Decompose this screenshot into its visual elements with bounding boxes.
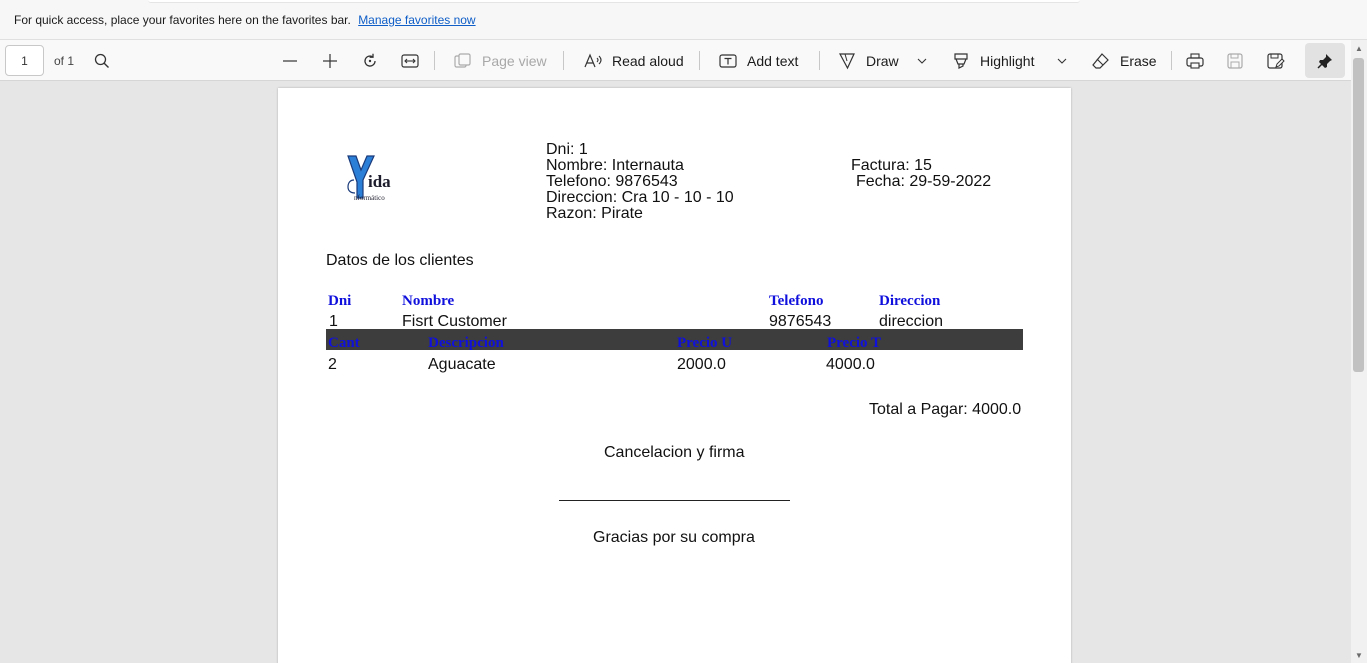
client-cell-nombre: Fisrt Customer [402, 313, 507, 330]
company-logo: ida nformático [346, 154, 398, 202]
add-text-icon [719, 53, 737, 69]
draw-label: Draw [866, 52, 899, 69]
thanks-message: Gracias por su compra [593, 529, 755, 546]
customer-dni: Dni: 1 [546, 141, 588, 158]
chevron-down-icon [1057, 57, 1067, 65]
scroll-up-arrow-icon[interactable]: ▲ [1355, 44, 1363, 53]
item-header-precio-t: Precio T [827, 335, 882, 351]
highlight-options-button[interactable] [1057, 40, 1067, 81]
total-amount: Total a Pagar: 4000.0 [869, 401, 1022, 418]
eraser-icon [1092, 52, 1110, 70]
customer-direccion: Direccion: Cra 10 - 10 - 10 [546, 189, 734, 206]
scrollbar-thumb[interactable] [1353, 58, 1364, 372]
page-view-label: Page view [482, 52, 547, 69]
highlight-label: Highlight [980, 52, 1035, 69]
save-button[interactable] [1227, 40, 1243, 81]
toolbar-divider [1171, 51, 1172, 70]
favorites-bar-text: For quick access, place your favorites h… [14, 13, 351, 27]
item-cell-descripcion: Aguacate [428, 356, 496, 373]
client-header-dni: Dni [328, 293, 352, 309]
draw-button[interactable]: Draw [838, 40, 899, 81]
signature-caption: Cancelacion y firma [604, 444, 745, 461]
add-text-button[interactable]: Add text [719, 40, 798, 81]
add-text-label: Add text [747, 52, 799, 69]
search-button[interactable] [94, 40, 110, 81]
item-header-descripcion: Descripcion [428, 335, 504, 351]
logo-subtext: nformático [354, 194, 385, 202]
toolbar-divider [819, 51, 820, 70]
read-aloud-icon [584, 52, 602, 69]
client-header-direccion: Direccion [879, 293, 941, 309]
save-as-button[interactable] [1267, 40, 1285, 81]
signature-line [559, 500, 790, 501]
pin-toolbar-button[interactable] [1305, 43, 1345, 78]
zoom-out-button[interactable] [282, 40, 298, 81]
rotate-button[interactable] [361, 40, 379, 81]
page-count: of 1 [54, 53, 75, 68]
pdf-page: ida nformático Dni: 1 Nombre: Internauta… [278, 88, 1071, 663]
printer-icon [1186, 52, 1204, 70]
page-number-input[interactable]: 1 [5, 45, 44, 76]
highlighter-icon [952, 52, 970, 70]
item-cell-precio-u: 2000.0 [677, 356, 726, 373]
fit-width-icon [401, 53, 419, 69]
client-header-nombre: Nombre [402, 293, 455, 309]
rotate-icon [361, 52, 379, 70]
favorites-bar-message: For quick access, place your favorites h… [14, 13, 476, 27]
favorites-bar: For quick access, place your favorites h… [0, 0, 1367, 40]
tab-strip-edge [148, 0, 1080, 3]
pdf-toolbar: 1 of 1 Page view Read aloud Add text Dra… [0, 40, 1367, 81]
item-cell-cant: 2 [328, 356, 337, 373]
customer-telefono: Telefono: 9876543 [546, 173, 678, 190]
save-as-icon [1267, 52, 1285, 69]
invoice-date: Fecha: 29-59-2022 [856, 173, 992, 190]
erase-label: Erase [1120, 52, 1157, 69]
minus-icon [282, 53, 298, 69]
customer-nombre: Nombre: Internauta [546, 157, 684, 174]
page-view-button[interactable]: Page view [454, 40, 547, 81]
toolbar-divider [563, 51, 564, 70]
zoom-in-button[interactable] [322, 40, 338, 81]
manage-favorites-link[interactable]: Manage favorites now [358, 13, 475, 27]
pen-icon [838, 52, 856, 70]
item-header-precio-u: Precio U [677, 335, 733, 351]
client-header-telefono: Telefono [769, 293, 824, 309]
toolbar-divider [699, 51, 700, 70]
plus-icon [322, 53, 338, 69]
logo-text: ida [368, 172, 391, 191]
fit-width-button[interactable] [401, 40, 419, 81]
pin-icon [1317, 53, 1333, 69]
print-button[interactable] [1186, 40, 1204, 81]
item-cell-precio-t: 4000.0 [826, 356, 875, 373]
item-header-cant: Cant [328, 335, 360, 351]
chevron-down-icon [917, 57, 927, 65]
toolbar-divider [434, 51, 435, 70]
read-aloud-button[interactable]: Read aloud [584, 40, 684, 81]
section-title: Datos de los clientes [326, 252, 474, 269]
search-icon [94, 53, 110, 69]
client-cell-telefono: 9876543 [769, 313, 832, 330]
save-icon [1227, 52, 1243, 69]
draw-options-button[interactable] [917, 40, 927, 81]
customer-razon: Razon: Pirate [546, 205, 643, 222]
client-cell-dni: 1 [329, 313, 338, 330]
scroll-down-arrow-icon[interactable]: ▼ [1355, 651, 1363, 660]
erase-button[interactable]: Erase [1092, 40, 1157, 81]
page-view-icon [454, 52, 472, 69]
highlight-button[interactable]: Highlight [952, 40, 1034, 81]
invoice-number: Factura: 15 [851, 157, 932, 174]
client-cell-direccion: direccion [879, 313, 944, 330]
read-aloud-label: Read aloud [612, 52, 684, 69]
